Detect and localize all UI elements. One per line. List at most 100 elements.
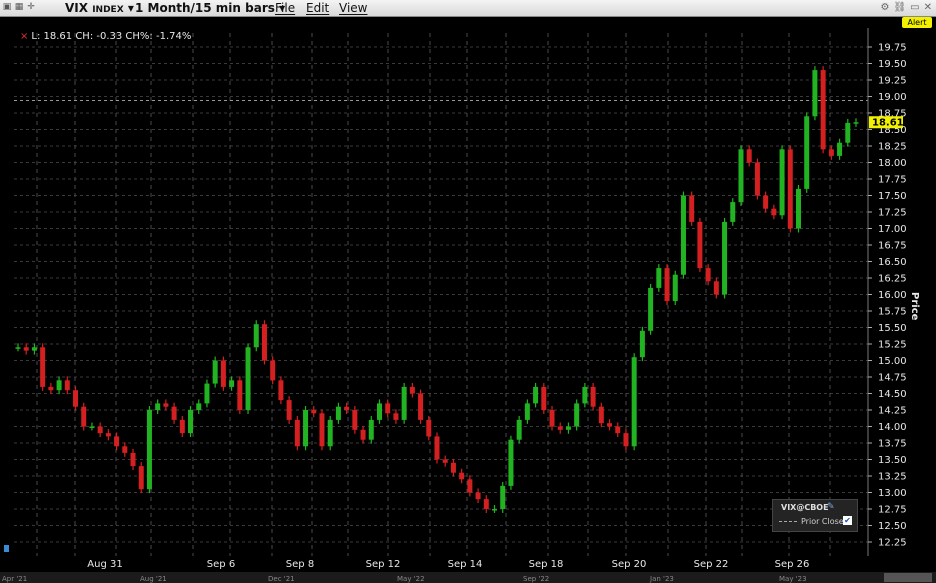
y-tick-label: 17.50 <box>878 191 907 202</box>
candle-body <box>754 162 760 196</box>
navigator-label: Dec '21 <box>268 575 295 583</box>
legend-title: VIX@CBOE <box>781 503 829 512</box>
candle-body <box>565 426 571 430</box>
candle-body <box>294 419 300 447</box>
candle-body <box>48 386 54 391</box>
candle-body <box>385 403 391 414</box>
x-tick-label: Sep 6 <box>207 559 235 570</box>
prior-close-swatch <box>779 521 797 522</box>
candle-body <box>253 324 259 348</box>
candle-body <box>557 426 563 430</box>
prior-close-checkbox[interactable]: ✔ <box>843 516 852 525</box>
candle-body <box>393 413 399 420</box>
candle-body <box>376 403 382 420</box>
legend-prior-close: Prior Close <box>801 517 844 526</box>
candle-body <box>845 122 851 143</box>
y-tick-label: 15.00 <box>878 356 907 367</box>
price-chart[interactable]: 12.25 12.50 12.75 13.00 13.25 13.50 13.75 14.00… <box>0 0 936 583</box>
candle-body <box>672 274 678 302</box>
candle-body <box>31 347 37 351</box>
candle-body <box>138 466 144 490</box>
y-tick-label: 13.25 <box>878 472 907 483</box>
candle-body <box>146 410 152 490</box>
x-tick-label: Sep 18 <box>529 559 564 570</box>
candle-body <box>270 360 276 381</box>
y-tick-label: 13.75 <box>878 439 907 450</box>
candle-body <box>722 221 728 295</box>
candle-body <box>220 360 226 387</box>
candle-body <box>171 406 177 420</box>
candle-series <box>15 66 859 513</box>
wrench-icon[interactable]: ✎ <box>827 502 835 512</box>
candle-body <box>812 70 818 117</box>
y-tick-label: 16.75 <box>878 241 907 252</box>
x-tick-label: Sep 20 <box>612 559 647 570</box>
candle-body <box>582 386 588 404</box>
candle-body <box>738 149 744 203</box>
candle-body <box>303 410 309 447</box>
navigator-label: Jan '23 <box>649 575 674 583</box>
candle-body <box>64 380 70 391</box>
candle-body <box>730 202 736 222</box>
candle-body <box>639 330 645 358</box>
candle-body <box>574 403 580 427</box>
candle-body <box>795 188 801 229</box>
candle-body <box>122 446 128 453</box>
x-tick-label: Sep 26 <box>775 559 810 570</box>
candle-body <box>89 426 95 428</box>
y-tick-label: 15.75 <box>878 307 907 318</box>
candle-body <box>607 423 613 427</box>
candle-body <box>319 413 325 447</box>
close-icon[interactable]: × <box>20 31 28 42</box>
y-tick-label: 14.75 <box>878 373 907 384</box>
candle-body <box>524 403 530 420</box>
y-tick-label: 16.25 <box>878 274 907 285</box>
navigator-window <box>884 573 932 582</box>
candle-body <box>188 410 194 434</box>
candle-body <box>631 357 637 447</box>
candle-body <box>705 268 711 282</box>
y-tick-label: 14.50 <box>878 389 907 400</box>
candle-body <box>549 410 555 427</box>
candle-body <box>114 436 120 447</box>
y-tick-label: 17.75 <box>878 175 907 186</box>
price-axis: 12.25 12.50 12.75 13.00 13.25 13.50 13.75 14.00… <box>867 28 936 556</box>
y-tick-label: 19.00 <box>878 92 907 103</box>
candle-body <box>426 419 432 437</box>
y-tick-label: 13.00 <box>878 488 907 499</box>
candle-body <box>590 386 596 407</box>
candle-body <box>401 386 407 420</box>
candle-body <box>533 386 539 404</box>
y-tick-label: 16.50 <box>878 257 907 268</box>
candle-body <box>828 149 834 156</box>
candle-body <box>746 149 752 163</box>
y-tick-label: 12.50 <box>878 521 907 532</box>
candle-body <box>360 429 366 440</box>
y-tick-label: 15.50 <box>878 323 907 334</box>
candle-body <box>15 347 21 349</box>
last-price-label: 18.61 <box>872 118 904 129</box>
candle-body <box>500 485 506 509</box>
candle-body <box>689 195 695 222</box>
candle-body <box>656 268 662 288</box>
candle-body <box>204 383 210 404</box>
y-tick-label: 19.50 <box>878 59 907 70</box>
x-tick-label: Sep 8 <box>286 559 314 570</box>
y-tick-label: 17.25 <box>878 208 907 219</box>
candle-body <box>467 479 473 493</box>
candle-body <box>73 390 79 407</box>
candle-body <box>130 452 136 467</box>
x-tick-label: Sep 14 <box>448 559 483 570</box>
y-tick-label: 15.25 <box>878 340 907 351</box>
candle-body <box>327 419 333 447</box>
candle-body <box>779 149 785 216</box>
candle-body <box>81 406 87 427</box>
candle-body <box>787 149 793 229</box>
candle-body <box>434 436 440 460</box>
candle-body <box>853 122 859 124</box>
y-tick-label: 16.00 <box>878 290 907 301</box>
candle-body <box>163 403 169 407</box>
candle-body <box>680 195 686 275</box>
candle-body <box>648 287 654 331</box>
candle-body <box>664 268 670 302</box>
